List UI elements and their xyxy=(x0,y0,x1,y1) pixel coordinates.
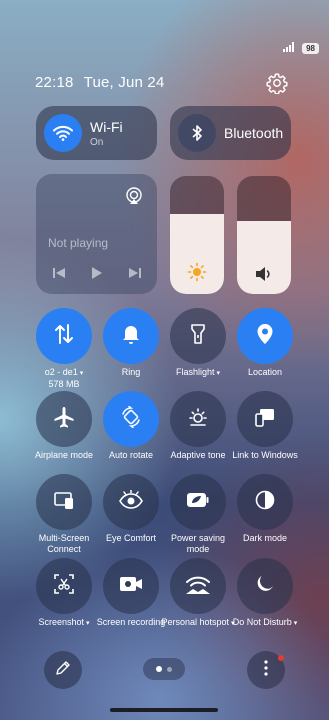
tile-o2-de1[interactable] xyxy=(36,308,92,364)
speaker-icon xyxy=(237,266,291,282)
notification-dot xyxy=(278,655,284,661)
tile-power-saving-mode[interactable] xyxy=(170,474,226,530)
adaptive-tone-icon xyxy=(187,406,209,433)
tile-flashlight[interactable] xyxy=(170,308,226,364)
tile-screen-recording[interactable] xyxy=(103,558,159,614)
screenshot-icon xyxy=(53,573,75,600)
tile-label-screen-recording: Screen recording xyxy=(96,617,166,627)
wifi-label: Wi-Fi xyxy=(90,118,123,135)
clock: 22:18 xyxy=(35,74,74,91)
tile-label-dark-mode: Dark mode xyxy=(242,533,287,543)
date: Tue, Jun 24 xyxy=(83,74,165,91)
eye-icon xyxy=(119,489,143,515)
screen-recording-icon xyxy=(119,575,143,598)
tile-label-location: Location xyxy=(247,367,283,377)
tile-label-auto-rotate: Auto rotate xyxy=(108,450,154,460)
tile-adaptive-tone[interactable] xyxy=(170,391,226,447)
status-bar-right: 98 xyxy=(283,42,319,54)
next-track-icon[interactable] xyxy=(128,266,142,284)
volume-level xyxy=(237,220,291,294)
media-status: Not playing xyxy=(48,236,109,250)
tile-label-power-saving-mode: Power saving mode xyxy=(170,533,226,554)
tile-label-link-to-windows: Link to Windows xyxy=(232,450,298,460)
tile-label-ring: Ring xyxy=(121,367,141,377)
media-player[interactable]: Not playing xyxy=(36,174,157,294)
tile-do-not-disturb[interactable] xyxy=(237,558,293,614)
dropdown-caret-icon[interactable]: ▾ xyxy=(215,370,220,377)
page-dot-active xyxy=(156,666,162,672)
cast-icon[interactable] xyxy=(124,186,144,211)
bluetooth-label: Bluetooth xyxy=(224,125,284,141)
tile-label-eye-comfort: Eye Comfort xyxy=(105,533,156,543)
pencil-icon xyxy=(55,660,71,681)
dark-mode-icon xyxy=(254,489,276,516)
flashlight-icon xyxy=(190,323,206,350)
tile-personal-hotspot[interactable] xyxy=(170,558,226,614)
page-indicator[interactable] xyxy=(143,658,185,680)
tile-dark-mode[interactable] xyxy=(237,474,293,530)
battery-indicator: 98 xyxy=(302,42,319,54)
tile-label-screenshot: Screenshot ▾ xyxy=(38,617,90,627)
tile-airplane-mode[interactable] xyxy=(36,391,92,447)
tile-location[interactable] xyxy=(237,308,293,364)
header-time-date: 22:18 Tue, Jun 24 xyxy=(35,74,171,91)
more-options-button[interactable] xyxy=(247,651,285,689)
location-icon xyxy=(256,323,274,350)
more-vertical-icon xyxy=(263,659,269,682)
hotspot-icon xyxy=(185,573,211,600)
wifi-icon xyxy=(44,114,82,152)
tile-label-do-not-disturb: Do Not Disturb ▾ xyxy=(232,617,298,627)
play-icon[interactable] xyxy=(91,266,103,284)
volume-slider[interactable] xyxy=(237,176,291,294)
settings-gear-icon[interactable] xyxy=(266,72,288,95)
dropdown-caret-icon[interactable]: ▾ xyxy=(78,370,84,377)
page-dot xyxy=(167,666,172,672)
tile-auto-rotate[interactable] xyxy=(103,391,159,447)
brightness-slider[interactable] xyxy=(170,176,224,294)
moon-icon xyxy=(255,574,275,599)
tile-label-flashlight: Flashlight ▾ xyxy=(176,367,220,377)
tile-label-adaptive-tone: Adaptive tone xyxy=(170,450,226,460)
airplane-icon xyxy=(53,406,75,433)
mobile-data-icon xyxy=(54,323,74,350)
tile-label-personal-hotspot: Personal hotspot ▾ xyxy=(161,617,235,627)
tile-link-to-windows[interactable] xyxy=(237,391,293,447)
auto-rotate-icon xyxy=(120,405,142,433)
tile-label-multi-screen-connect: Multi-Screen Connect xyxy=(38,533,90,554)
signal-icon xyxy=(283,42,297,54)
bell-icon xyxy=(121,323,141,350)
link-to-windows-icon xyxy=(254,406,276,433)
tile-label-airplane-mode: Airplane mode xyxy=(34,450,94,460)
sun-icon xyxy=(170,262,224,282)
battery-saver-icon xyxy=(186,492,210,513)
dropdown-caret-icon[interactable]: ▾ xyxy=(292,620,298,627)
dropdown-caret-icon[interactable]: ▾ xyxy=(84,620,90,627)
multi-screen-icon xyxy=(53,489,75,516)
tile-sublabel: 578 MB xyxy=(48,379,80,389)
bluetooth-toggle[interactable]: Bluetooth xyxy=(170,106,291,160)
tile-multi-screen-connect[interactable] xyxy=(36,474,92,530)
home-indicator[interactable] xyxy=(110,708,218,712)
bluetooth-icon xyxy=(178,114,216,152)
tile-eye-comfort[interactable] xyxy=(103,474,159,530)
previous-track-icon[interactable] xyxy=(52,266,66,284)
tile-label-o2-de1: o2 - de1 ▾ 578 MB xyxy=(44,367,84,389)
wifi-toggle[interactable]: Wi-Fi On xyxy=(36,106,157,160)
tile-screenshot[interactable] xyxy=(36,558,92,614)
tile-ring[interactable] xyxy=(103,308,159,364)
wifi-status: On xyxy=(90,136,104,148)
edit-button[interactable] xyxy=(44,651,82,689)
